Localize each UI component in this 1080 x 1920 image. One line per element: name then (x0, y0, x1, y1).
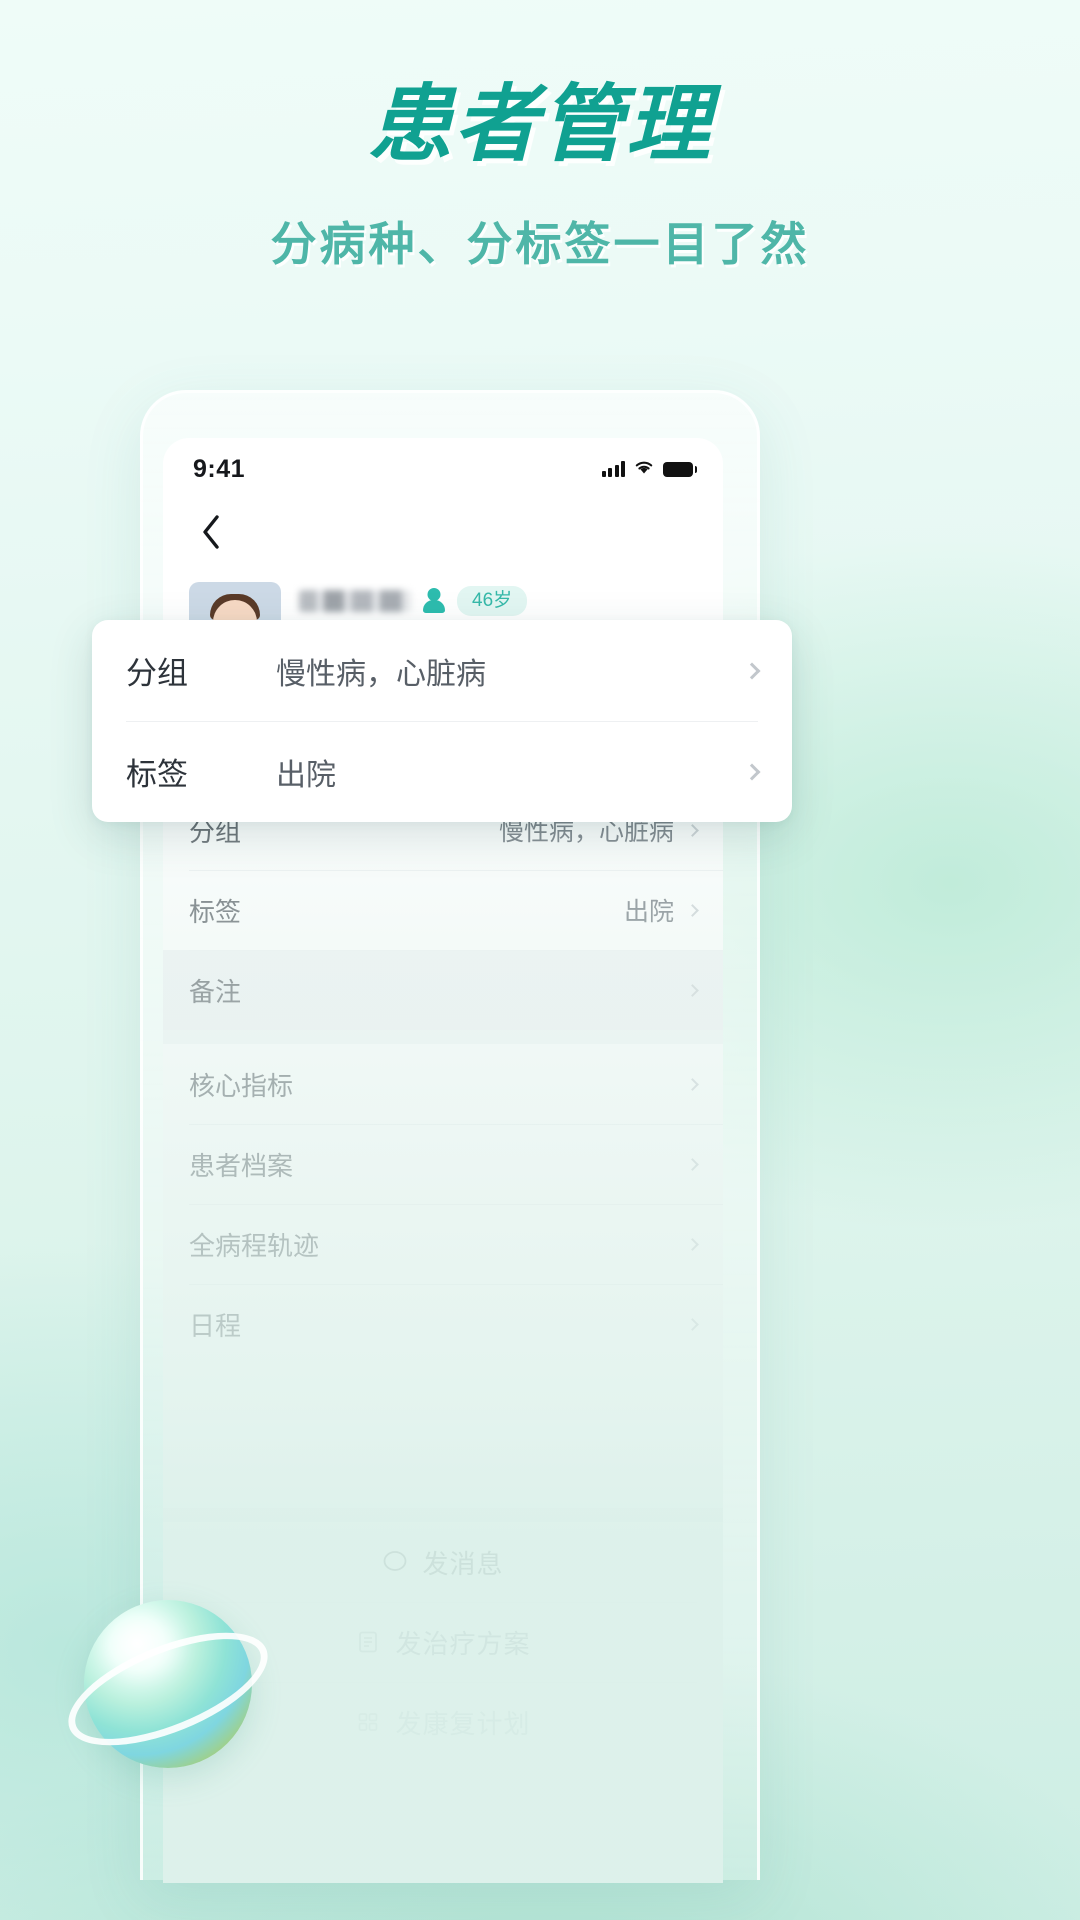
document-icon (355, 1629, 381, 1655)
status-icons (602, 458, 694, 480)
menu-row-remark[interactable]: 备注 (163, 950, 723, 1030)
message-bubble-icon (382, 1549, 408, 1575)
nav-bar (163, 500, 723, 566)
menu-row-patient-file[interactable]: 患者档案 (163, 1124, 723, 1204)
popup-label: 分组 (126, 648, 276, 693)
cellular-signal-icon (602, 461, 626, 477)
action-label: 发消息 (422, 1544, 503, 1581)
popup-value: 出院 (276, 750, 746, 794)
wifi-icon (633, 458, 655, 480)
page-title: 患者管理 (0, 82, 1080, 166)
back-button[interactable] (189, 510, 233, 554)
battery-full-icon (663, 462, 693, 477)
menu-label: 核心指标 (189, 1066, 688, 1103)
chevron-right-icon (686, 1238, 699, 1251)
menu-row-schedule[interactable]: 日程 (163, 1284, 723, 1364)
menu-label: 标签 (189, 892, 624, 929)
popup-row-group[interactable]: 分组 慢性病，心脏病 (92, 620, 792, 721)
chevron-left-icon (201, 515, 221, 549)
action-label: 发康复计划 (395, 1704, 530, 1741)
menu-row-tag[interactable]: 标签 出院 (163, 870, 723, 950)
action-label: 发治疗方案 (395, 1624, 530, 1661)
decorative-sphere (62, 1594, 274, 1794)
chevron-right-icon (686, 904, 699, 917)
page-subtitle: 分病种、分标签一目了然 (0, 208, 1080, 274)
popup-row-tag[interactable]: 标签 出院 (92, 721, 792, 822)
menu-row-disease-track[interactable]: 全病程轨迹 (163, 1204, 723, 1284)
grid-squares-icon (355, 1709, 381, 1735)
person-icon (423, 588, 445, 614)
action-section-divider (163, 1508, 723, 1522)
menu-label: 全病程轨迹 (189, 1226, 688, 1263)
menu-value: 出院 (624, 892, 674, 928)
chevron-right-icon (744, 763, 761, 780)
menu-label: 日程 (189, 1306, 688, 1343)
list-section-divider (163, 1030, 723, 1044)
patient-menu-list: 分组 慢性病，心脏病 标签 出院 备注 核心指标 患者档案 (163, 790, 723, 1364)
chevron-right-icon (686, 824, 699, 837)
chevron-right-icon (686, 1158, 699, 1171)
popup-value: 慢性病，心脏病 (276, 649, 746, 693)
chevron-right-icon (744, 662, 761, 679)
age-badge: 46岁 (457, 586, 527, 617)
menu-row-core-metrics[interactable]: 核心指标 (163, 1044, 723, 1124)
status-time: 9:41 (193, 455, 245, 484)
app-screenshot-root: 患者管理 分病种、分标签一目了然 9:41 (0, 0, 1080, 1920)
chevron-right-icon (686, 984, 699, 997)
patient-name-masked (299, 590, 411, 612)
chevron-right-icon (686, 1078, 699, 1091)
popup-label: 标签 (126, 749, 276, 794)
highlight-popup-card: 分组 慢性病，心脏病 标签 出院 (92, 620, 792, 822)
menu-label: 备注 (189, 972, 688, 1009)
status-bar: 9:41 (163, 438, 723, 500)
menu-label: 患者档案 (189, 1146, 688, 1183)
chevron-right-icon (686, 1318, 699, 1331)
send-message-button[interactable]: 发消息 (163, 1522, 723, 1602)
